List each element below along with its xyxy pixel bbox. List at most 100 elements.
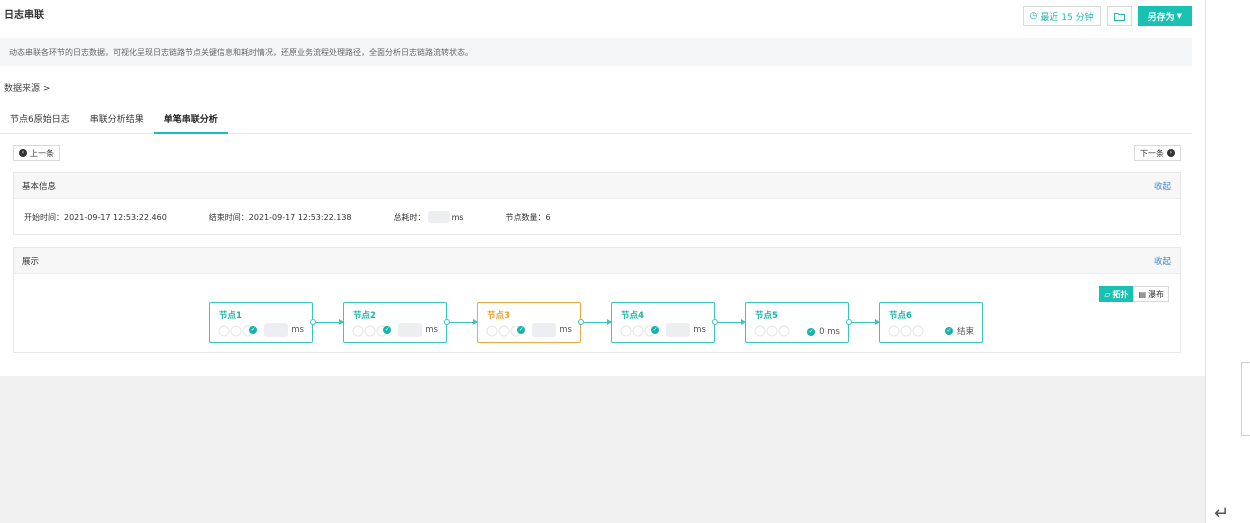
check-circle-icon: ✓ [249, 326, 258, 334]
node-duration: ✓ ms [383, 323, 438, 337]
flow-port [846, 319, 852, 325]
display-collapse-link[interactable]: 收起 [1154, 255, 1171, 267]
display-card: 展示 收起 ▱ 拓扑 ▤ 瀑布 节点1 ✓ ms 节点2 ✓ ms 节点3 ✓ … [13, 247, 1181, 353]
node-duration-unit: ms [291, 325, 304, 335]
tab-node6-raw-log[interactable]: 节点6原始日志 [0, 108, 80, 134]
flow-arrow [715, 319, 746, 325]
check-circle-icon: ✓ [651, 326, 660, 334]
start-time: 开始时间： 2021-09-17 12:53:22.460 [24, 212, 167, 223]
flow-port [712, 319, 718, 325]
node-duration: ✓ ms [249, 323, 304, 337]
flow-node-2[interactable]: 节点2 ✓ ms [343, 302, 447, 343]
node-name: 节点3 [487, 311, 510, 321]
flow-node-5[interactable]: 节点5 ✓ 0 ms [745, 302, 849, 343]
flow-arrow [849, 319, 880, 325]
node-name: 节点5 [755, 311, 778, 321]
waterfall-view-button[interactable]: ▤ 瀑布 [1133, 286, 1169, 302]
time-range-button[interactable]: ◷ 最近 15 分钟 [1022, 6, 1101, 26]
node-count-value: 6 [545, 212, 551, 222]
flow-node-1[interactable]: 节点1 ✓ ms [209, 302, 313, 343]
page-content: 日志串联 ◷ 最近 15 分钟 另存为 ▼ 动态串联各环节的日志数据，可视化呈现… [0, 0, 1205, 376]
page-title: 日志串联 [4, 10, 44, 21]
right-rail: ↵ [1205, 0, 1250, 523]
description-banner: 动态串联各环节的日志数据，可视化呈现日志链路节点关键信息和耗时情况，还原业务流程… [0, 38, 1192, 66]
check-circle-icon: ✓ [383, 326, 392, 334]
folder-icon [1113, 12, 1125, 21]
check-circle-icon: ✓ [944, 327, 953, 335]
header-actions: ◷ 最近 15 分钟 另存为 ▼ [1022, 6, 1192, 26]
node-duration-unit: ms [425, 325, 438, 335]
node-name: 节点2 [353, 311, 376, 321]
node-count: 节点数量： 6 [506, 212, 551, 223]
chevron-left-icon: ‹ [19, 149, 27, 157]
display-title: 展示 [22, 256, 40, 267]
node-decoration-icon [754, 325, 790, 337]
flow-port [444, 319, 450, 325]
node-duration-unit: ms [693, 325, 706, 335]
check-circle-icon: ✓ [517, 326, 526, 334]
flow-node-4[interactable]: 节点4 ✓ ms [611, 302, 715, 343]
basic-info-collapse-link[interactable]: 收起 [1154, 180, 1171, 192]
flow-port [310, 319, 316, 325]
waterfall-label: 瀑布 [1148, 289, 1164, 299]
time-range-label: 最近 15 分钟 [1040, 12, 1094, 23]
redacted-value [264, 323, 289, 337]
end-time-value: 2021-09-17 12:53:22.138 [248, 212, 352, 222]
start-time-label: 开始时间： [24, 212, 64, 222]
basic-info-card: 基本信息 收起 开始时间： 2021-09-17 12:53:22.460 结束… [13, 172, 1181, 235]
open-folder-button[interactable] [1106, 6, 1132, 26]
chevron-right-icon: › [1167, 149, 1175, 157]
tab-chain-result[interactable]: 串联分析结果 [80, 108, 154, 134]
basic-info-row: 开始时间： 2021-09-17 12:53:22.460 结束时间： 2021… [14, 199, 1180, 235]
node-duration: ✓ ms [517, 323, 572, 337]
view-toggle: ▱ 拓扑 ▤ 瀑布 [1099, 286, 1169, 302]
start-time-value: 2021-09-17 12:53:22.460 [64, 212, 167, 222]
tab-bar: 节点6原始日志 串联分析结果 单笔串联分析 [0, 108, 1192, 134]
redacted-value [666, 323, 691, 337]
end-time: 结束时间： 2021-09-17 12:53:22.138 [209, 212, 352, 223]
description-text: 动态串联各环节的日志数据，可视化呈现日志链路节点关键信息和耗时情况，还原业务流程… [9, 47, 473, 57]
flow-port [578, 319, 584, 325]
prev-record-button[interactable]: ‹ 上一条 [13, 145, 60, 161]
total-duration-unit: ms [451, 212, 464, 222]
next-record-label: 下一条 [1140, 148, 1164, 158]
check-circle-icon: ✓ [807, 328, 816, 336]
flow-node-6[interactable]: 节点6 ✓ 结束 [879, 302, 983, 343]
flow-arrow [447, 319, 478, 325]
topology-icon: ▱ [1104, 289, 1111, 299]
flow-node-3[interactable]: 节点3 ✓ ms [477, 302, 581, 343]
basic-info-title: 基本信息 [22, 181, 57, 192]
topology-label: 拓扑 [1112, 289, 1129, 299]
display-header: 展示 收起 [14, 248, 1180, 274]
node-duration: ✓ 0 ms [807, 327, 840, 337]
caret-down-icon: ▼ [1176, 12, 1182, 20]
node-name: 节点1 [219, 311, 242, 321]
flow-arrow [313, 319, 344, 325]
redacted-value [398, 323, 423, 337]
data-source-link[interactable]: 数据来源 > [4, 81, 50, 94]
save-as-button[interactable]: 另存为 ▼ [1137, 6, 1192, 26]
waterfall-icon: ▤ [1138, 289, 1146, 299]
node-end-label: 结束 [956, 327, 974, 337]
redacted-value [427, 211, 450, 223]
flow-arrow [581, 319, 612, 325]
basic-info-header: 基本信息 收起 [14, 173, 1180, 199]
save-as-label: 另存为 [1147, 12, 1175, 23]
scrollbar-handle[interactable] [1241, 362, 1250, 436]
node-duration-unit: ms [559, 325, 572, 335]
total-duration: 总耗时： ms [394, 211, 464, 223]
node-duration: ✓ 结束 [944, 325, 974, 337]
clock-icon: ◷ [1029, 11, 1038, 21]
topology-view-button[interactable]: ▱ 拓扑 [1099, 286, 1134, 302]
total-duration-label: 总耗时： [393, 212, 426, 222]
topology-flow: 节点1 ✓ ms 节点2 ✓ ms 节点3 ✓ ms 节点4 ✓ ms 节点5 … [209, 302, 1009, 344]
prev-record-label: 上一条 [30, 148, 54, 158]
return-arrow-icon: ↵ [1214, 503, 1230, 523]
node-decoration-icon [888, 325, 924, 337]
redacted-value [532, 323, 557, 337]
tab-single-chain-analysis[interactable]: 单笔串联分析 [153, 108, 228, 134]
node-name: 节点6 [889, 311, 912, 321]
next-record-button[interactable]: 下一条 › [1134, 145, 1181, 161]
node-count-label: 节点数量： [505, 212, 546, 222]
node-name: 节点4 [621, 311, 644, 321]
